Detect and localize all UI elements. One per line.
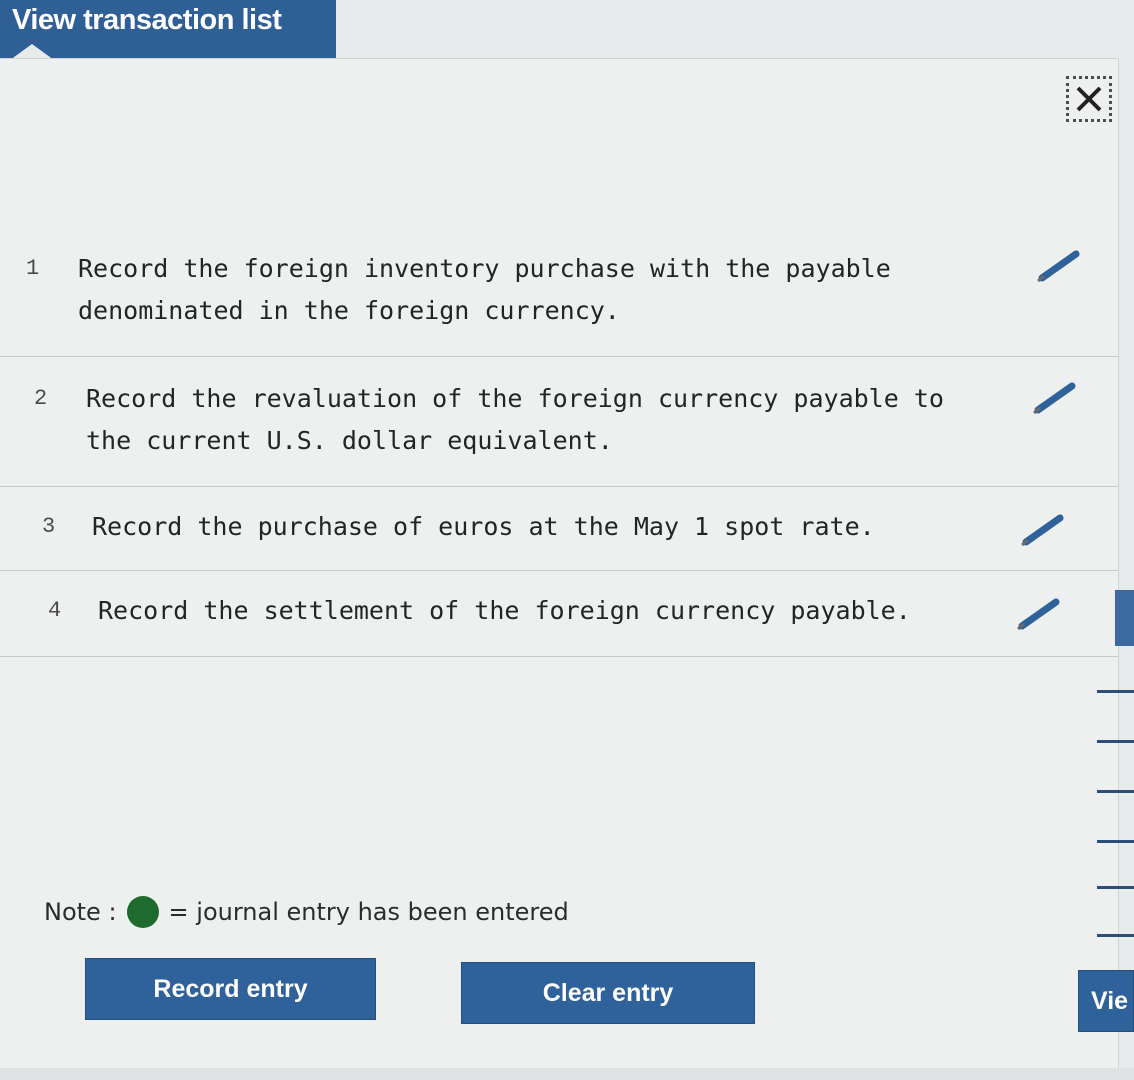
clear-entry-button[interactable]: Clear entry xyxy=(461,962,755,1024)
pencil-icon[interactable] xyxy=(1018,512,1068,546)
close-button[interactable] xyxy=(1066,76,1112,122)
transaction-description: Record the foreign inventory purchase wi… xyxy=(78,254,891,325)
transaction-row-1[interactable]: 1 Record the foreign inventory purchase … xyxy=(0,230,1118,357)
transaction-row-3[interactable]: 3 Record the purchase of euros at the Ma… xyxy=(0,486,1118,571)
pencil-icon[interactable] xyxy=(1014,596,1064,630)
view-general-journal-button[interactable]: Vie xyxy=(1078,970,1134,1032)
pencil-icon[interactable] xyxy=(1030,380,1080,414)
close-icon xyxy=(1076,86,1102,112)
transaction-number: 2 xyxy=(34,386,48,411)
transaction-number: 4 xyxy=(48,598,62,623)
transaction-description: Record the purchase of euros at the May … xyxy=(92,512,875,541)
pencil-icon[interactable] xyxy=(1034,248,1084,282)
clear-entry-label: Clear entry xyxy=(542,979,674,1007)
transaction-number: 3 xyxy=(42,514,56,539)
note-prefix: Note : xyxy=(44,898,117,926)
note-suffix: = journal entry has been entered xyxy=(168,898,569,926)
entered-indicator-dot xyxy=(126,896,159,928)
record-entry-label: Record entry xyxy=(153,975,308,1003)
divider xyxy=(1097,790,1134,793)
divider xyxy=(1097,740,1134,743)
legend-note: Note : = journal entry has been entered xyxy=(44,896,569,928)
stage: View transaction list 1 Record the forei… xyxy=(0,0,1134,1080)
transaction-row-2[interactable]: 2 Record the revaluation of the foreign … xyxy=(0,356,1118,487)
transaction-description: Record the settlement of the foreign cur… xyxy=(98,596,911,625)
divider xyxy=(1097,886,1134,889)
divider xyxy=(1097,840,1134,843)
transaction-row-4[interactable]: 4 Record the settlement of the foreign c… xyxy=(0,570,1118,657)
record-entry-button[interactable]: Record entry xyxy=(85,958,376,1020)
adjacent-panel-edge xyxy=(1097,590,1134,940)
view-button-label: Vie xyxy=(1091,987,1129,1015)
divider xyxy=(1097,690,1134,693)
transaction-number: 1 xyxy=(26,256,40,281)
tab-label: View transaction list xyxy=(12,4,282,36)
adjacent-panel-tab xyxy=(1115,590,1134,646)
bottom-edge xyxy=(0,1068,1134,1080)
transaction-description: Record the revaluation of the foreign cu… xyxy=(86,384,944,455)
divider xyxy=(1097,934,1134,937)
